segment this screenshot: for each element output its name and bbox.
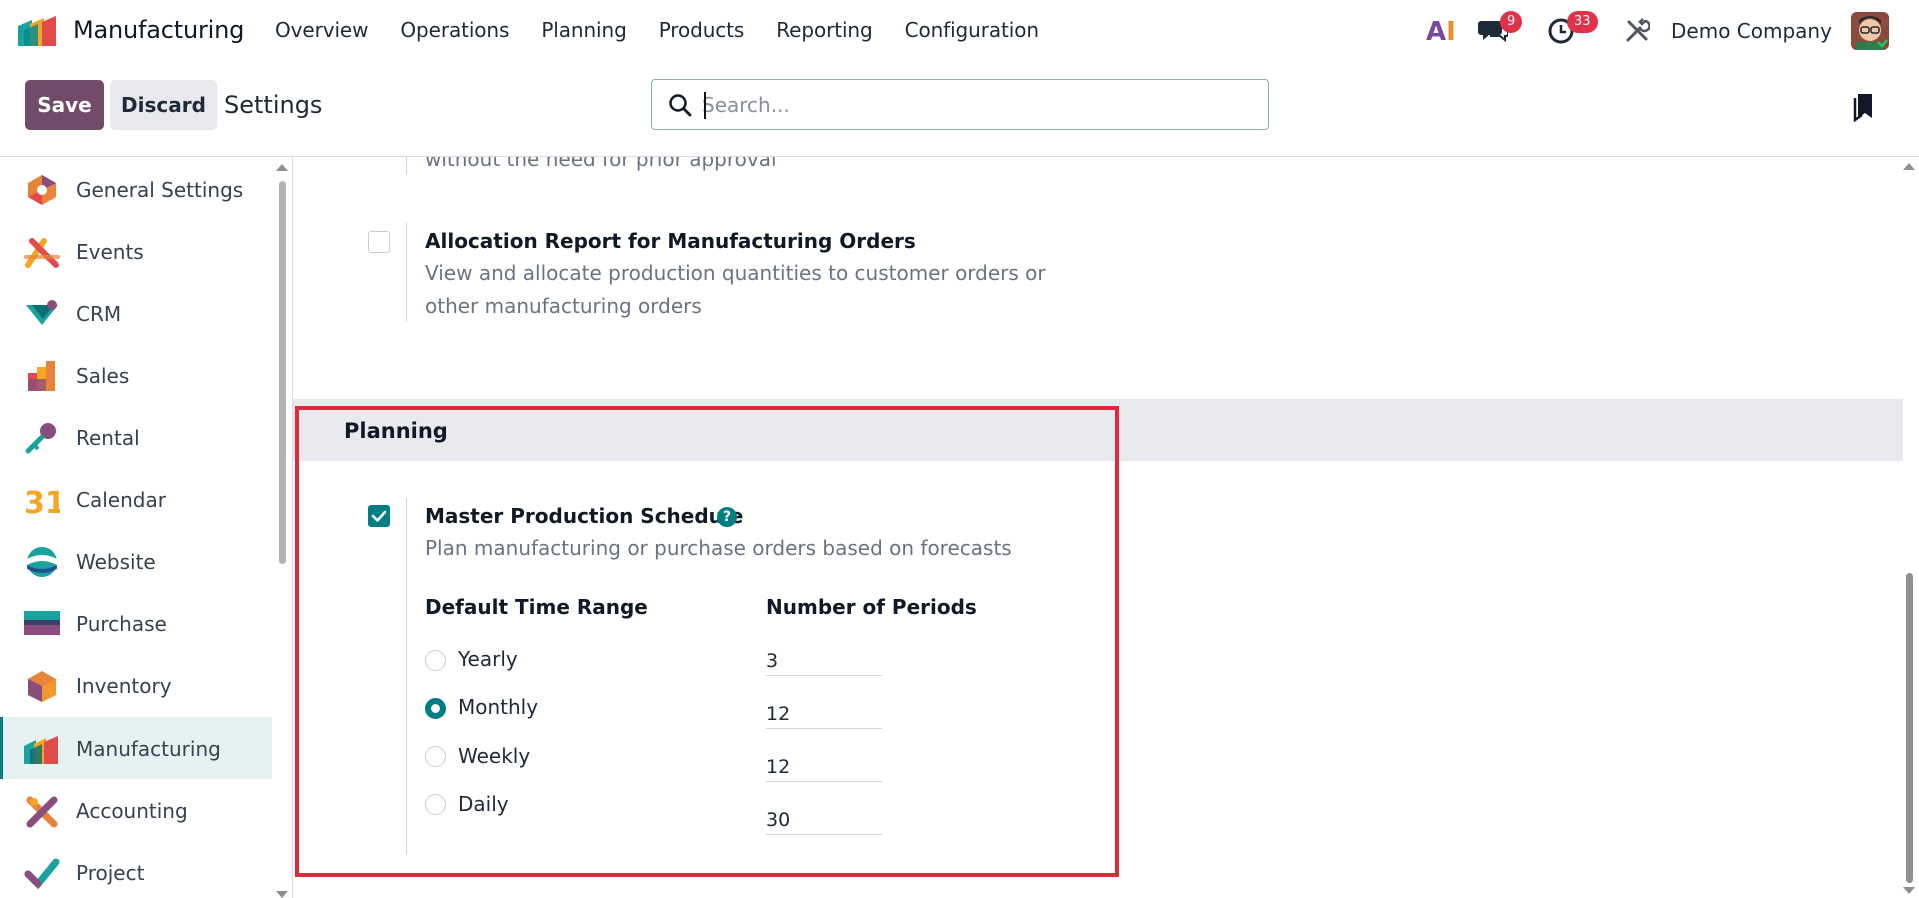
menu-planning[interactable]: Planning xyxy=(541,18,626,42)
allocation-report-desc-line1: View and allocate production quantities … xyxy=(425,261,1046,285)
inventory-icon xyxy=(28,671,56,702)
ai-icon[interactable]: AI xyxy=(1426,17,1456,47)
sidebar-item-inventory[interactable]: Inventory xyxy=(0,654,272,716)
main-scroll-up-icon[interactable] xyxy=(1903,163,1915,170)
purchase-icon xyxy=(24,611,60,635)
sidebar-item-label: Accounting xyxy=(76,799,188,823)
website-icon xyxy=(27,547,57,577)
sidebar-item-label: Inventory xyxy=(76,674,172,698)
sidebar-item-sales[interactable]: Sales xyxy=(0,344,272,406)
sidebar-scroll-down-icon[interactable] xyxy=(276,891,288,898)
events-icon xyxy=(24,238,60,268)
menu-overview[interactable]: Overview xyxy=(275,18,368,42)
manufacturing-icon xyxy=(24,736,58,764)
search-input[interactable] xyxy=(702,88,1252,122)
menu-configuration[interactable]: Configuration xyxy=(905,18,1039,42)
allocation-report-desc-line2: other manufacturing orders xyxy=(425,294,702,318)
sidebar-item-calendar[interactable]: 31 Calendar xyxy=(0,468,272,530)
discard-button[interactable]: Discard xyxy=(110,80,217,130)
calendar-icon: 31 xyxy=(24,486,60,517)
bookmark-icon[interactable] xyxy=(1853,92,1875,122)
menu-reporting[interactable]: Reporting xyxy=(776,18,872,42)
sidebar-item-label: Rental xyxy=(76,426,140,450)
menu-products[interactable]: Products xyxy=(659,18,745,42)
sidebar-item-crm[interactable]: CRM xyxy=(0,282,272,344)
save-button[interactable]: Save xyxy=(25,80,104,130)
user-avatar[interactable] xyxy=(1851,12,1889,50)
main-menu: Overview Operations Planning Products Re… xyxy=(275,18,1071,42)
sidebar-item-events[interactable]: Events xyxy=(0,220,272,282)
search-box[interactable] xyxy=(651,79,1269,130)
settings-sidebar: General Settings Events CRM Sales Rental… xyxy=(0,157,272,898)
sidebar-item-label: General Settings xyxy=(76,178,244,202)
main-scroll-down-icon[interactable] xyxy=(1903,887,1915,894)
search-icon xyxy=(669,94,692,117)
sidebar-item-label: Purchase xyxy=(76,612,167,636)
allocation-report-title: Allocation Report for Manufacturing Orde… xyxy=(425,229,916,253)
sidebar-item-purchase[interactable]: Purchase xyxy=(0,592,272,654)
sidebar-item-label: Sales xyxy=(76,364,130,388)
tools-icon[interactable] xyxy=(1624,18,1650,44)
sales-icon xyxy=(28,361,55,391)
general-settings-icon xyxy=(28,175,56,205)
sidebar-scroll-up-icon[interactable] xyxy=(276,164,288,171)
messages-badge: 9 xyxy=(1500,11,1523,33)
sidebar-scroll-thumb[interactable] xyxy=(279,181,286,564)
sidebar-item-general-settings[interactable]: General Settings xyxy=(0,158,272,220)
sidebar-item-project[interactable]: Project xyxy=(0,841,272,898)
sidebar-item-label: Events xyxy=(76,240,144,264)
sidebar-item-website[interactable]: Website xyxy=(0,530,272,592)
page-title: Settings xyxy=(224,91,323,119)
manufacturing-app-icon[interactable] xyxy=(18,16,60,46)
project-icon xyxy=(24,858,60,890)
sidebar-item-label: Manufacturing xyxy=(76,737,221,761)
svg-text:31: 31 xyxy=(24,486,60,517)
main-scroll-thumb[interactable] xyxy=(1906,573,1913,883)
crm-icon xyxy=(26,300,58,325)
app-name[interactable]: Manufacturing xyxy=(73,16,244,44)
accounting-icon xyxy=(26,796,58,828)
setting-description: without the need for prior approval xyxy=(425,157,777,171)
company-switcher[interactable]: Demo Company xyxy=(1671,19,1832,43)
top-navbar: Manufacturing Overview Operations Planni… xyxy=(0,0,1919,64)
allocation-report-checkbox[interactable] xyxy=(368,231,390,253)
setting-divider xyxy=(406,157,407,175)
setting-divider xyxy=(406,223,407,321)
sidebar-item-label: Calendar xyxy=(76,488,166,512)
sidebar-item-label: Project xyxy=(76,861,145,885)
planning-highlight-box xyxy=(295,406,1119,877)
sidebar-item-manufacturing[interactable]: Manufacturing xyxy=(0,717,272,779)
rental-icon xyxy=(25,423,56,454)
active-indicator xyxy=(0,717,3,779)
sidebar-item-label: CRM xyxy=(76,302,122,326)
sidebar-item-label: Website xyxy=(76,550,156,574)
activities-badge: 33 xyxy=(1567,11,1598,33)
sidebar-item-rental[interactable]: Rental xyxy=(0,406,272,468)
sidebar-item-accounting[interactable]: Accounting xyxy=(0,779,272,841)
menu-operations[interactable]: Operations xyxy=(400,18,509,42)
text-caret xyxy=(704,92,706,119)
